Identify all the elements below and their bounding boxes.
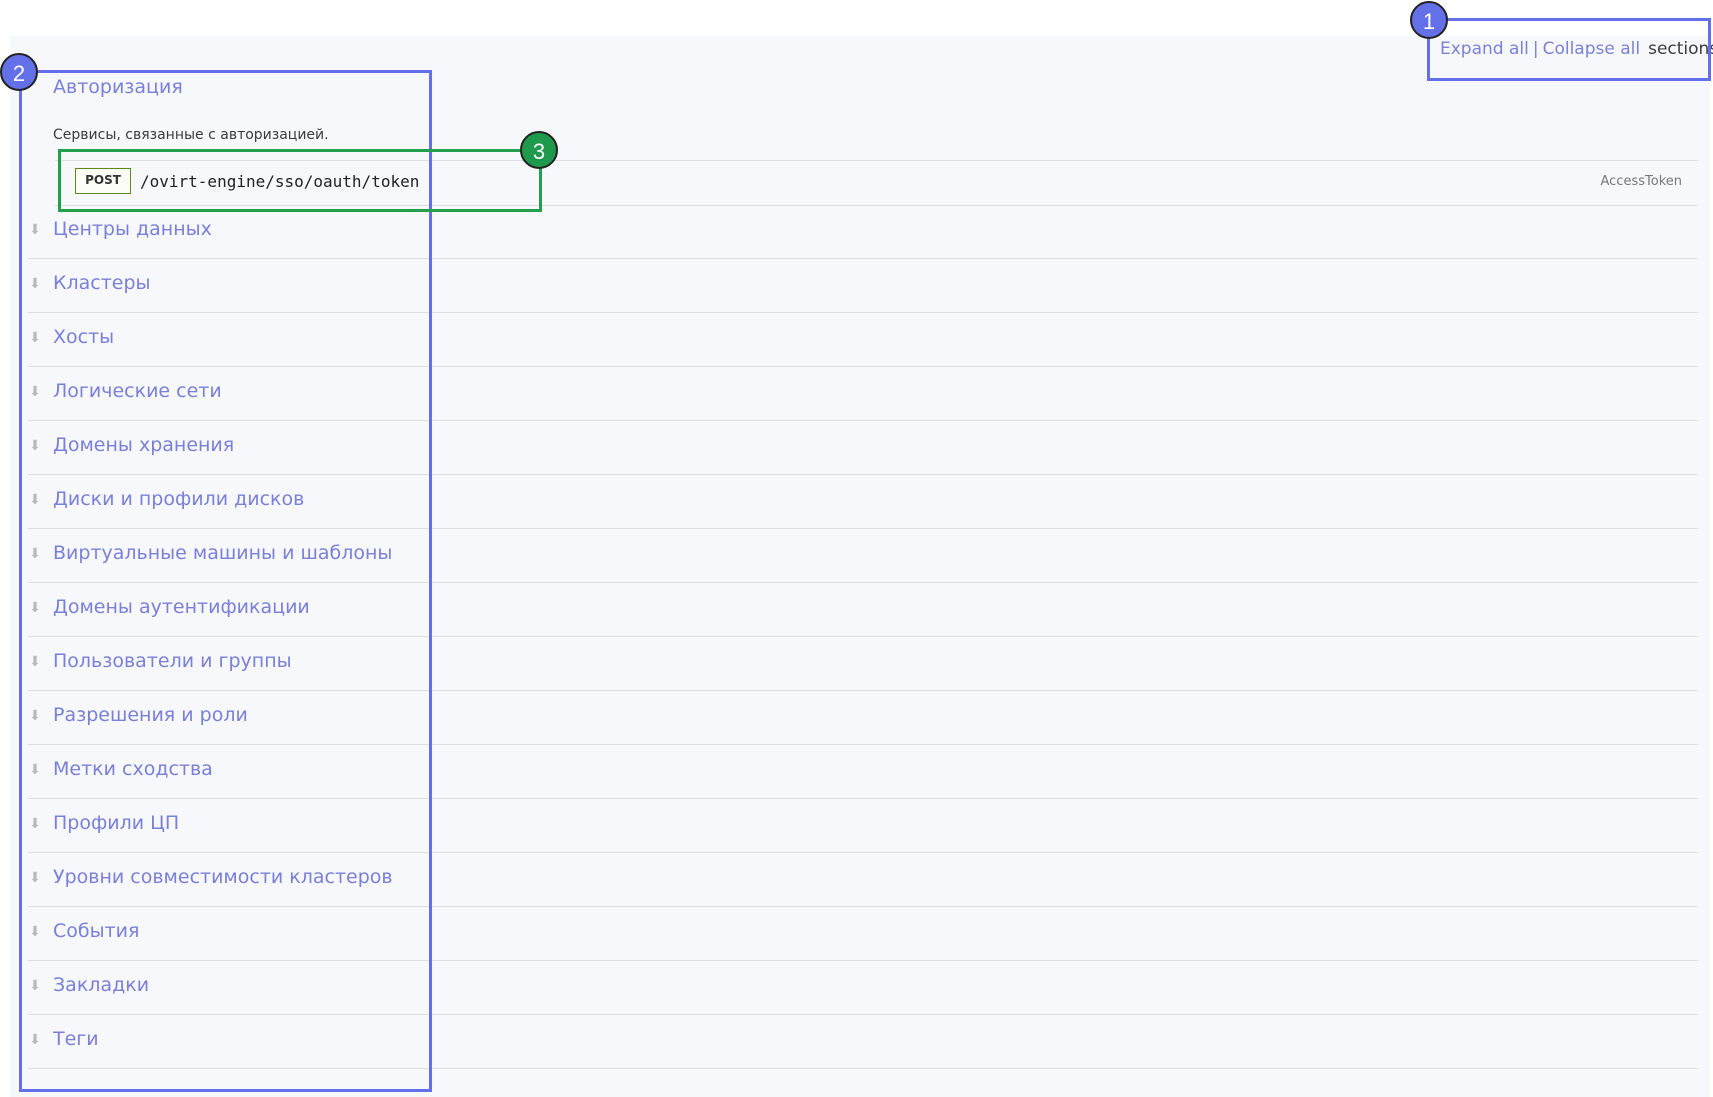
section-title: Кластеры (53, 272, 151, 294)
section-row[interactable]: ⬇ Пользователи и группы (28, 637, 1698, 691)
collapse-all-link[interactable]: Collapse all (1543, 39, 1641, 59)
section-row[interactable]: ⬇ Метки сходства (28, 745, 1698, 799)
section-title: Центры данных (53, 218, 212, 240)
section-title-authorization[interactable]: Авторизация (53, 76, 183, 98)
down-arrow-icon: ⬇ (29, 222, 41, 238)
section-row[interactable]: ⬇ События (28, 907, 1698, 961)
section-title: Домены аутентификации (53, 596, 310, 618)
section-row[interactable]: ⬇ Виртуальные машины и шаблоны (28, 529, 1698, 583)
section-row[interactable]: ⬇ Закладки (28, 961, 1698, 1015)
down-arrow-icon: ⬇ (29, 330, 41, 346)
down-arrow-icon: ⬇ (29, 762, 41, 778)
toolbar-separator: | (1532, 39, 1539, 59)
section-title: Диски и профили дисков (53, 488, 305, 510)
down-arrow-icon: ⬇ (29, 870, 41, 886)
section-title: Профили ЦП (53, 812, 180, 834)
toolbar-suffix: sections (1648, 39, 1713, 59)
down-arrow-icon: ⬇ (29, 438, 41, 454)
section-row[interactable]: ⬇ Логические сети (28, 367, 1698, 421)
api-docs-page: Expand all | Collapse all sections Авториза… (0, 0, 1713, 1097)
section-description: Сервисы, связанные с авторизацией. (53, 127, 329, 143)
down-arrow-icon: ⬇ (29, 708, 41, 724)
section-title: Логические сети (53, 380, 222, 402)
section-row[interactable]: ⬇ Домены аутентификации (28, 583, 1698, 637)
section-title: Домены хранения (53, 434, 235, 456)
operation-summary: AccessToken (1600, 174, 1683, 189)
down-arrow-icon: ⬇ (29, 654, 41, 670)
down-arrow-icon: ⬇ (29, 924, 41, 940)
section-row[interactable]: ⬇ Хосты (28, 313, 1698, 367)
section-title: События (53, 920, 140, 942)
section-row[interactable]: ⬇ Разрешения и роли (28, 691, 1698, 745)
expand-collapse-toolbar: Expand all | Collapse all sections (1440, 38, 1713, 60)
operation-path[interactable]: /ovirt-engine/sso/oauth/token (140, 172, 419, 191)
section-list: ⬇ Центры данных ⬇ Кластеры ⬇ Хосты ⬇ Логичес… (28, 205, 1698, 1069)
section-title: Разрешения и роли (53, 704, 248, 726)
section-title: Пользователи и группы (53, 650, 292, 672)
down-arrow-icon: ⬇ (29, 1032, 41, 1048)
section-title: Хосты (53, 326, 115, 348)
down-arrow-icon: ⬇ (29, 276, 41, 292)
section-title: Уровни совместимости кластеров (53, 866, 393, 888)
section-title: Закладки (53, 974, 150, 996)
method-badge-post: POST (75, 168, 131, 194)
section-title: Виртуальные машины и шаблоны (53, 542, 393, 564)
operation-row-token[interactable]: POST /ovirt-engine/sso/oauth/token Acces… (55, 160, 1698, 206)
section-row[interactable]: ⬇ Теги (28, 1015, 1698, 1069)
annotation-badge-3: 3 (520, 131, 558, 169)
down-arrow-icon: ⬇ (29, 384, 41, 400)
section-row[interactable]: ⬇ Кластеры (28, 259, 1698, 313)
down-arrow-icon: ⬇ (29, 546, 41, 562)
section-row[interactable]: ⬇ Уровни совместимости кластеров (28, 853, 1698, 907)
section-row[interactable]: ⬇ Центры данных (28, 205, 1698, 259)
down-arrow-icon: ⬇ (29, 978, 41, 994)
section-row[interactable]: ⬇ Диски и профили дисков (28, 475, 1698, 529)
section-row[interactable]: ⬇ Домены хранения (28, 421, 1698, 475)
expand-all-link[interactable]: Expand all (1440, 39, 1529, 59)
annotation-badge-2: 2 (0, 53, 38, 91)
down-arrow-icon: ⬇ (29, 816, 41, 832)
annotation-badge-1: 1 (1410, 1, 1448, 39)
section-title: Теги (53, 1028, 99, 1050)
section-row[interactable]: ⬇ Профили ЦП (28, 799, 1698, 853)
down-arrow-icon: ⬇ (29, 492, 41, 508)
section-title: Метки сходства (53, 758, 213, 780)
down-arrow-icon: ⬇ (29, 600, 41, 616)
